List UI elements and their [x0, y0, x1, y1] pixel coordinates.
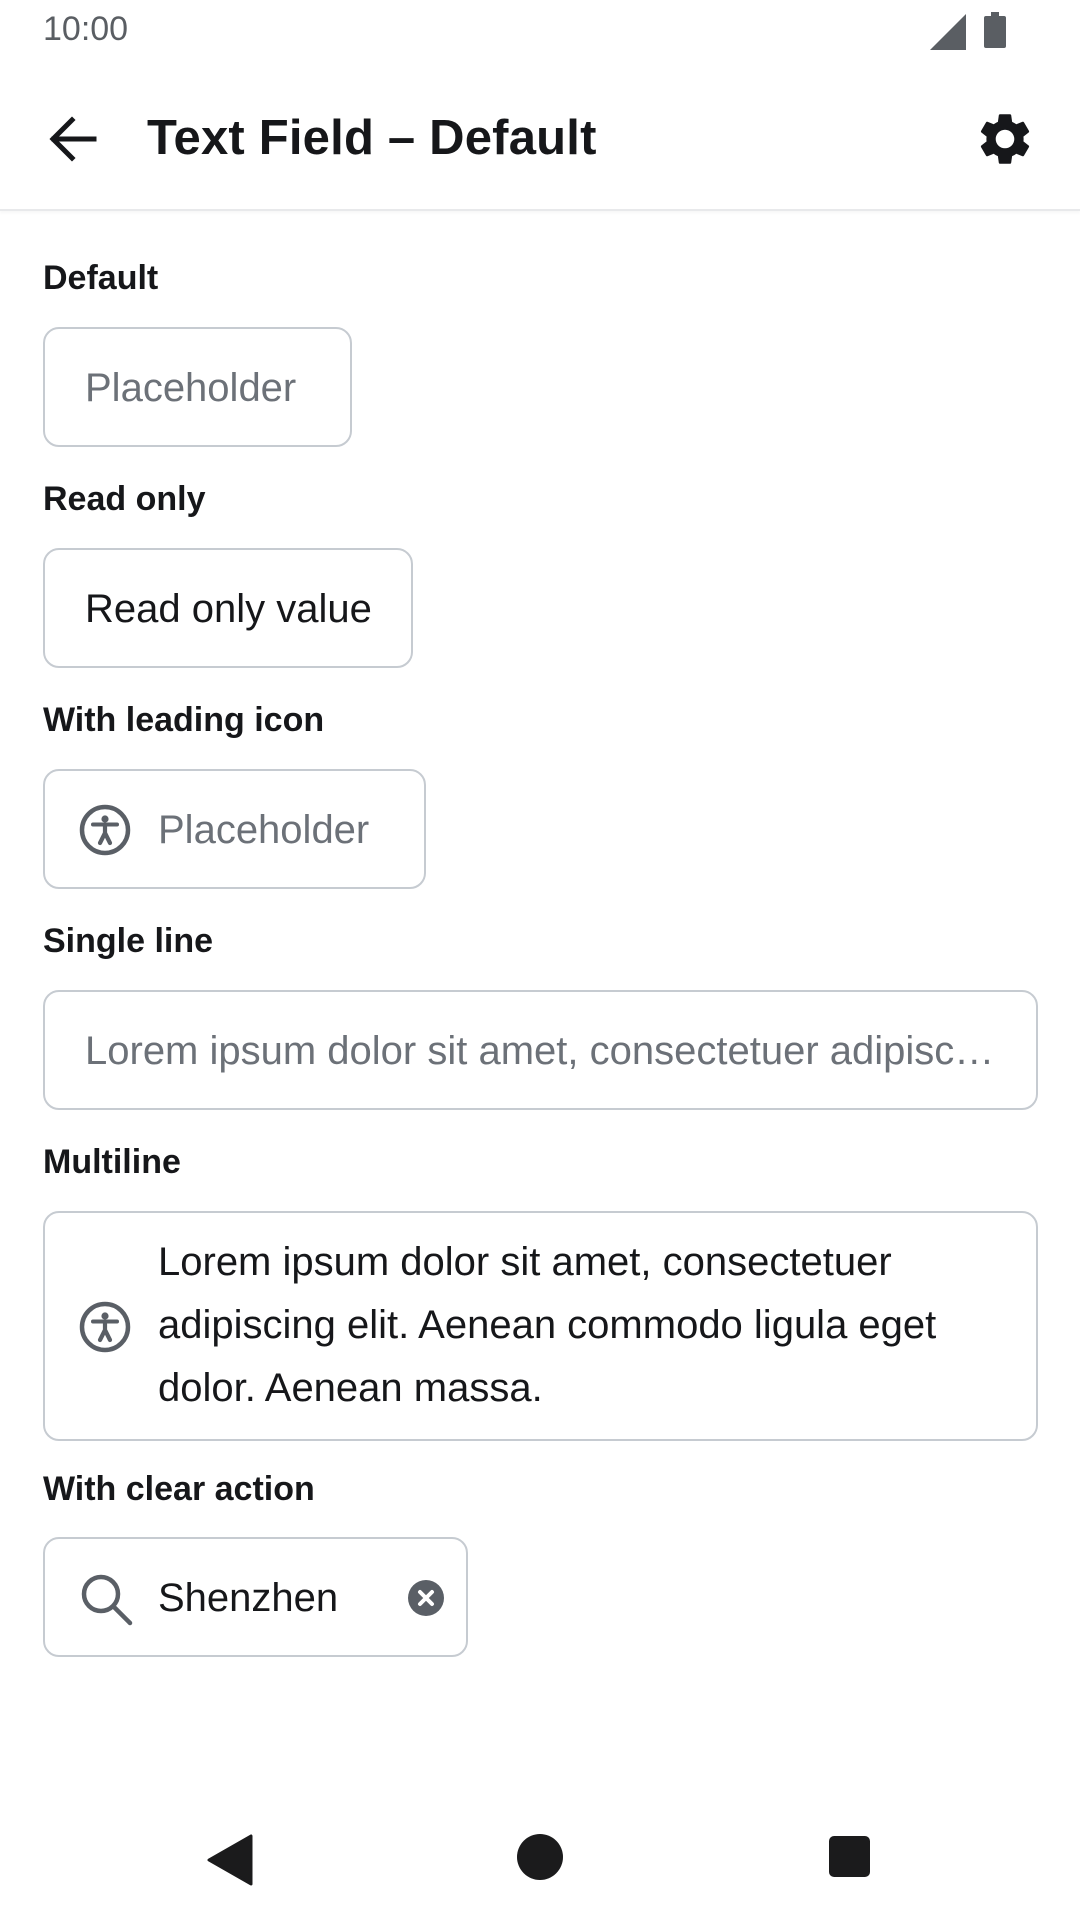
default-field-placeholder: Placeholder [85, 366, 297, 410]
single-line-field-placeholder: Lorem ipsum dolor sit amet, consectetuer… [85, 1029, 995, 1073]
page-title: Text Field – Default [147, 111, 597, 165]
section-label-read-only: Read only [43, 480, 206, 518]
section-label-single-line: Single line [43, 922, 214, 960]
multiline-text-field[interactable]: Lorem ipsum dolor sit amet, consectetuer… [43, 1211, 1038, 1441]
section-label-leading-icon: With leading icon [43, 701, 325, 739]
status-bar: 10:00 [0, 0, 1080, 60]
multiline-field-value: Lorem ipsum dolor sit amet, consectetuer… [158, 1240, 937, 1410]
clear-icon[interactable] [407, 1579, 445, 1617]
app-bar: Text Field – Default [0, 68, 1080, 211]
leading-icon-text-field[interactable]: Placeholder [43, 769, 426, 889]
section-label-clear-action: With clear action [43, 1470, 315, 1508]
nav-back-icon[interactable] [205, 1834, 253, 1886]
battery-icon [984, 12, 1006, 48]
status-time: 10:00 [43, 10, 129, 48]
nav-recents-icon[interactable] [829, 1836, 870, 1877]
nav-home-icon[interactable] [517, 1834, 563, 1880]
default-text-field[interactable]: Placeholder [43, 327, 352, 447]
clear-action-field-value: Shenzhen [158, 1576, 339, 1620]
read-only-text-field[interactable]: Read only value [43, 548, 413, 668]
section-label-multiline: Multiline [43, 1143, 181, 1181]
accessibility-icon [79, 804, 131, 856]
gear-icon[interactable] [974, 108, 1036, 170]
accessibility-icon [79, 1301, 131, 1353]
signal-icon [930, 14, 966, 50]
read-only-field-value: Read only value [85, 587, 372, 631]
clear-action-text-field[interactable]: Shenzhen [43, 1537, 468, 1657]
single-line-text-field[interactable]: Lorem ipsum dolor sit amet, consectetuer… [43, 990, 1038, 1110]
leading-icon-field-placeholder: Placeholder [158, 808, 370, 852]
back-arrow-icon[interactable] [42, 109, 102, 169]
search-icon [81, 1574, 133, 1626]
system-navigation-bar [0, 1800, 1080, 1920]
section-label-default: Default [43, 259, 159, 297]
